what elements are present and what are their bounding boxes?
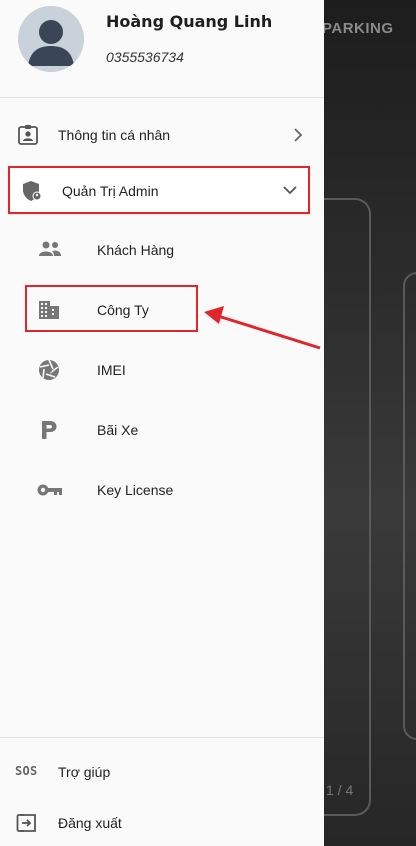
avatar xyxy=(18,6,84,72)
person-silhouette-icon xyxy=(18,6,84,72)
menu-item-help[interactable]: SOS Trợ giúp xyxy=(0,750,324,794)
customers-label: Khách Hàng xyxy=(97,242,175,258)
background-card xyxy=(318,198,371,816)
annotation-arrow-icon xyxy=(204,306,321,350)
parking-icon xyxy=(42,421,57,439)
company-highlight-box xyxy=(25,285,198,332)
key-license-label: Key License xyxy=(97,482,174,498)
key-icon xyxy=(37,484,62,496)
help-label: Trợ giúp xyxy=(58,764,111,780)
menu-item-personal-info[interactable]: Thông tin cá nhân xyxy=(0,112,324,158)
footer-divider xyxy=(0,737,324,738)
id-badge-icon xyxy=(18,125,38,145)
background-card-secondary xyxy=(403,272,416,740)
user-name: Hoàng Quang Linh xyxy=(106,12,273,31)
aperture-icon xyxy=(39,359,59,380)
personal-info-label: Thông tin cá nhân xyxy=(58,127,171,143)
sos-icon: SOS xyxy=(15,764,38,778)
menu-item-logout[interactable]: Đăng xuất xyxy=(0,801,324,845)
submenu-item-parking-lot[interactable]: Bãi Xe xyxy=(0,408,324,452)
user-phone: 0355536734 xyxy=(106,49,184,65)
admin-label: Quản Trị Admin xyxy=(62,183,159,199)
submenu-item-customers[interactable]: Khách Hàng xyxy=(0,228,324,272)
background-brand-text: PARKING xyxy=(322,20,394,37)
submenu-item-key-license[interactable]: Key License xyxy=(0,468,324,512)
navigation-drawer: Hoàng Quang Linh 0355536734 Thông tin cá… xyxy=(0,0,324,846)
menu-item-admin[interactable]: Quản Trị Admin xyxy=(8,166,310,214)
profile-header: Hoàng Quang Linh 0355536734 xyxy=(0,0,324,98)
imei-label: IMEI xyxy=(97,362,126,378)
chevron-down-icon xyxy=(283,186,297,195)
admin-shield-icon xyxy=(23,181,42,201)
logout-label: Đăng xuất xyxy=(58,815,122,831)
parking-lot-label: Bãi Xe xyxy=(97,422,139,438)
customers-icon xyxy=(39,241,61,256)
logout-icon xyxy=(16,814,36,832)
background-page-indicator: 1 / 4 xyxy=(326,782,354,798)
chevron-right-icon xyxy=(294,128,303,142)
